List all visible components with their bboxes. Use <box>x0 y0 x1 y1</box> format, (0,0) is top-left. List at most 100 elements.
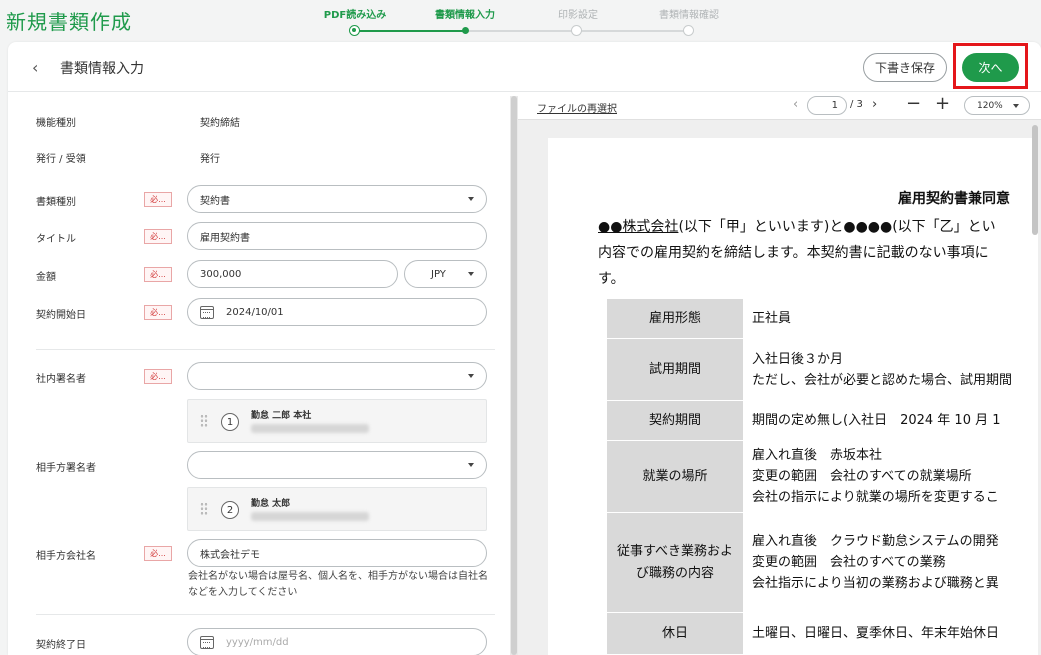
chevron-right-icon[interactable]: › <box>872 97 877 112</box>
page-title: 書類情報入力 <box>60 61 144 77</box>
amount-input[interactable]: 300,000 <box>187 260 398 288</box>
start-date-label: 契約開始日 <box>36 310 86 321</box>
table-row: 休日 土曜日、日曜日、夏季休日、年末年始休日 <box>606 612 1014 655</box>
table-row-head: 契約期間 <box>606 400 744 441</box>
cell-line: 会社指示により当初の業務および職務と異 <box>752 576 999 591</box>
table-row-head: 試用期間 <box>606 338 744 401</box>
signer-order-badge: 1 <box>221 413 239 431</box>
issue-value: 発行 <box>200 154 220 165</box>
chevron-left-icon[interactable]: ‹ <box>793 97 798 112</box>
zoom-out-icon[interactable]: − <box>906 93 921 114</box>
partner-signer-label: 相手方署名者 <box>36 463 96 474</box>
signer-order-badge: 2 <box>221 501 239 519</box>
document-intro: ●●株式会社(以下「甲」といいます)と●●●●(以下「乙」とい 内容での雇用契約… <box>598 214 996 292</box>
cell-line: 会社の指示により就業の場所を変更するこ <box>752 490 999 505</box>
table-row: 就業の場所 雇入れ直後 赤坂本社 変更の範囲 会社のすべての就業場所 会社の指示によ… <box>606 440 1014 513</box>
table-row: 雇用形態 正社員 <box>606 298 1014 339</box>
document-info-form: 機能種別 契約締結 発行 / 受領 発行 書類種別 必... 契約書 タイトル … <box>8 92 508 655</box>
scrollbar-thumb[interactable] <box>1032 125 1038 235</box>
calendar-icon <box>200 635 214 649</box>
preview-scrollbar[interactable] <box>1032 125 1039 655</box>
page-number-input[interactable]: 1 <box>807 96 847 115</box>
zoom-select[interactable]: 120% <box>964 96 1030 115</box>
signer-name: 勤怠 二郎 本社 <box>251 411 312 421</box>
calendar-icon <box>200 305 214 319</box>
step-dot-active <box>462 27 469 34</box>
progress-stepper: PDF読み込み 書類情報入力 印影設定 書類情報確認 <box>300 0 740 40</box>
start-date-input[interactable]: 2024/10/01 <box>187 298 487 326</box>
required-badge: 必... <box>144 192 172 207</box>
divider <box>36 614 495 615</box>
cell-line: 変更の範囲 会社のすべての業務 <box>752 555 946 570</box>
main-card: ‹ 書類情報入力 下書き保存 次へ 機能種別 契約締結 発行 / 受領 発行 書… <box>8 42 1041 655</box>
zoom-in-icon[interactable]: + <box>935 93 950 114</box>
intro-line: ●●株式会社(以下「甲」といいます)と●●●●(以下「乙」とい <box>598 214 996 240</box>
cell-line: 雇入れ直後 クラウド勤怠システムの開発 <box>752 534 999 549</box>
currency-select[interactable]: JPY <box>404 260 487 288</box>
form-scrollbar[interactable] <box>510 96 518 655</box>
step-dot-pending <box>571 25 582 36</box>
table-row: 試用期間 入社日後３か月 ただし、会社が必要と認めた場合、試用期間 <box>606 338 1014 401</box>
required-badge: 必... <box>144 267 172 282</box>
partner-company-label: 相手方会社名 <box>36 551 96 562</box>
reselect-file-link[interactable]: ファイルの再選択 <box>537 100 617 115</box>
end-date-placeholder: yyyy/mm/dd <box>226 636 289 648</box>
step-dot-done <box>349 25 360 36</box>
doc-type-select[interactable]: 契約書 <box>187 185 487 213</box>
divider <box>36 349 495 350</box>
internal-signer-card[interactable]: 1 勤怠 二郎 本社 <box>187 399 487 443</box>
title-input[interactable]: 雇用契約書 <box>187 222 487 250</box>
table-row-head: 従事すべき業務および職務の内容 <box>606 512 744 613</box>
card-header: ‹ 書類情報入力 下書き保存 次へ <box>8 42 1041 92</box>
title-label: タイトル <box>36 234 76 245</box>
redacted-email <box>251 512 369 521</box>
caret-down-icon <box>1013 104 1019 108</box>
table-row-head: 休日 <box>606 612 744 655</box>
step-seal-settings: 印影設定 <box>558 10 598 21</box>
drag-handle-icon[interactable] <box>200 502 208 516</box>
cell-line: 変更の範囲 会社のすべての就業場所 <box>752 469 972 484</box>
caret-down-icon <box>468 463 474 467</box>
pdf-preview-panel: ファイルの再選択 ‹ 1 / 3 › − + 120% 雇用契約書兼同意 ●●株… <box>518 92 1041 655</box>
app-title: 新規書類作成 <box>6 10 132 34</box>
intro-line: 内容での雇用契約を締結します。本契約書に記載のない事項に <box>598 245 989 261</box>
partner-company-help: 会社名がない場合は屋号名、個人名を、相手方がない場合は自社名などを入力してくださ… <box>188 571 488 598</box>
caret-down-icon <box>468 374 474 378</box>
internal-signer-label: 社内署名者 <box>36 374 86 385</box>
scrollbar-thumb[interactable] <box>511 96 517 655</box>
end-date-input[interactable]: yyyy/mm/dd <box>187 628 487 655</box>
internal-signer-select[interactable] <box>187 362 487 390</box>
partner-signer-card[interactable]: 2 勤怠 太郎 <box>187 487 487 531</box>
required-badge: 必... <box>144 229 172 244</box>
redacted-email <box>251 424 369 433</box>
partner-company-value: 株式会社デモ <box>200 549 260 561</box>
intro-line: す。 <box>598 271 625 287</box>
cell-line: 土曜日、日曜日、夏季休日、年末年始休日 <box>752 626 1000 641</box>
amount-label: 金額 <box>36 272 56 283</box>
page-total: / 3 <box>850 99 863 110</box>
table-row-value: 土曜日、日曜日、夏季休日、年末年始休日 <box>742 612 1014 655</box>
issue-label: 発行 / 受領 <box>36 154 86 165</box>
partner-company-input[interactable]: 株式会社デモ <box>187 539 487 567</box>
preview-toolbar: ファイルの再選択 ‹ 1 / 3 › − + 120% <box>518 92 1041 120</box>
document-title: 雇用契約書兼同意 <box>898 191 1010 207</box>
partner-signer-select[interactable] <box>187 451 487 479</box>
end-date-label: 契約終了日 <box>36 640 86 651</box>
next-button[interactable]: 次へ <box>962 53 1019 82</box>
doc-type-value: 契約書 <box>200 195 230 207</box>
required-badge: 必... <box>144 546 172 561</box>
drag-handle-icon[interactable] <box>200 414 208 428</box>
function-type-value: 契約締結 <box>200 118 240 129</box>
table-row-value: 雇入れ直後 クラウド勤怠システムの開発 変更の範囲 会社のすべての業務会社指示によ… <box>742 512 1014 613</box>
save-draft-button[interactable]: 下書き保存 <box>863 53 947 82</box>
step-confirm: 書類情報確認 <box>659 10 719 21</box>
contract-terms-table: 雇用形態 正社員 試用期間 入社日後３か月 ただし、会社が必要と認めた場合、試用期… <box>606 298 1014 655</box>
doc-type-label: 書類種別 <box>36 197 76 208</box>
chevron-left-icon[interactable]: ‹ <box>32 58 38 77</box>
cell-line: ただし、会社が必要と認めた場合、試用期間 <box>752 372 1013 388</box>
amount-value: 300,000 <box>200 268 242 280</box>
cell-line: 期間の定め無し(入社日 2024 年 10 月 1 <box>752 413 1001 428</box>
function-type-label: 機能種別 <box>36 118 76 129</box>
start-date-value: 2024/10/01 <box>226 306 284 318</box>
table-row-value: 雇入れ直後 赤坂本社 変更の範囲 会社のすべての就業場所 会社の指示により就業の場所… <box>742 440 1014 513</box>
